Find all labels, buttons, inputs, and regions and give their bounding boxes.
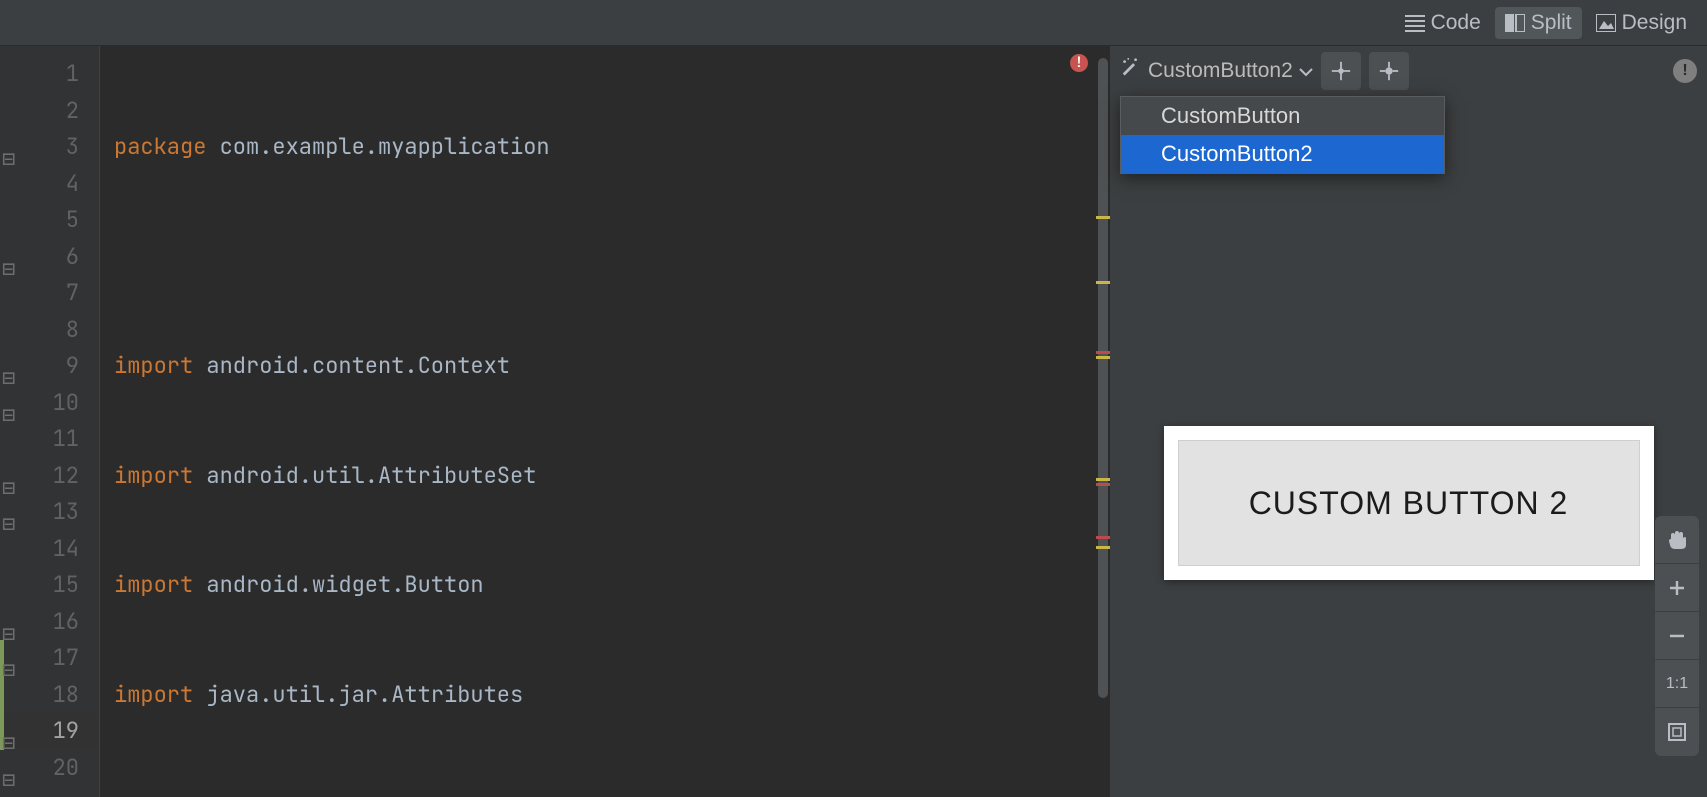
chevron-down-icon [1299,59,1313,83]
rendered-custom-button: CUSTOM BUTTON 2 [1178,440,1640,566]
fold-handle-icon[interactable]: ⊟ [2,616,14,628]
error-marker[interactable] [1096,351,1110,354]
keyword: import [114,570,193,599]
interactive-mode-button[interactable] [1321,52,1361,90]
view-mode-toolbar: Code Split Design [0,0,1707,46]
preview-composable-selector[interactable]: CustomButton2 [1120,57,1313,85]
fold-end-icon[interactable]: ⊟ [2,762,14,774]
composable-dropdown: CustomButton CustomButton2 [1120,96,1445,174]
preview-toolbar: CustomButton2 ! [1110,46,1707,96]
warning-marker[interactable] [1096,356,1110,359]
code-lines-icon [1405,14,1425,32]
warning-marker[interactable] [1096,478,1110,481]
view-mode-split[interactable]: Split [1495,7,1582,39]
split-icon [1505,14,1525,32]
import-name: android.util.AttributeSet [193,461,536,490]
warning-marker[interactable] [1096,281,1110,284]
editor-gutter: 1 2 3⊟ 4 5 6⊟ 7 8 9⊟ 10⊟ 11 12⊟ 13⊟ 14 1… [0,46,100,797]
preview-pane: CustomButton2 ! CustomButton CustomButto… [1110,46,1707,797]
main-split: 1 2 3⊟ 4 5 6⊟ 7 8 9⊟ 10⊟ 11 12⊟ 13⊟ 14 1… [0,46,1707,797]
warning-marker[interactable] [1096,546,1110,549]
wand-icon [1120,57,1142,85]
scrollbar-thumb[interactable] [1098,58,1108,698]
error-marker[interactable] [1096,536,1110,539]
keyword: import [114,351,193,380]
keyword: import [114,461,193,490]
editor-pane: 1 2 3⊟ 4 5 6⊟ 7 8 9⊟ 10⊟ 11 12⊟ 13⊟ 14 1… [0,46,1110,797]
pan-button[interactable] [1655,516,1699,564]
selector-label: CustomButton2 [1148,59,1293,83]
zoom-reset-button[interactable]: 1:1 [1655,660,1699,708]
zoom-fit-button[interactable] [1655,708,1699,756]
preview-surface: CUSTOM BUTTON 2 [1164,426,1654,580]
animation-mode-button[interactable] [1369,52,1409,90]
view-mode-split-label: Split [1531,11,1572,35]
keyword: package [114,132,206,161]
fold-handle-icon[interactable]: ⊟ [2,652,14,664]
import-name: android.content.Context [193,351,510,380]
fold-handle-icon[interactable]: ⊟ [2,141,14,153]
zoom-out-button[interactable] [1655,612,1699,660]
package-name: com.example.myapplication [206,132,549,161]
editor-scrollbar[interactable] [1096,46,1110,797]
warning-marker[interactable] [1096,216,1110,219]
zoom-in-button[interactable] [1655,564,1699,612]
dropdown-item-label: CustomButton2 [1161,141,1313,167]
error-marker[interactable] [1096,483,1110,486]
import-name: android.widget.Button [193,570,483,599]
dropdown-item[interactable]: CustomButton2 [1121,135,1444,173]
dropdown-item[interactable]: CustomButton [1121,97,1444,135]
dropdown-item-label: CustomButton [1161,103,1300,129]
fold-end-icon[interactable]: ⊟ [2,470,14,482]
vcs-change-marker [0,677,4,714]
fold-end-icon[interactable]: ⊟ [2,506,14,518]
fold-end-icon[interactable]: ⊟ [2,725,14,737]
view-mode-design[interactable]: Design [1586,7,1697,39]
preview-canvas[interactable]: CUSTOM BUTTON 2 [1110,96,1707,797]
zoom-reset-label: 1:1 [1666,675,1688,693]
rendered-button-text: CUSTOM BUTTON 2 [1249,485,1569,522]
view-mode-code-label: Code [1431,11,1481,35]
view-mode-code[interactable]: Code [1395,7,1491,39]
design-image-icon [1596,14,1616,32]
fold-handle-icon[interactable]: ⊟ [2,360,14,372]
view-mode-design-label: Design [1622,11,1687,35]
fold-handle-icon[interactable]: ⊟ [2,397,14,409]
import-name: java.util.jar.Attributes [193,680,523,709]
keyword: import [114,680,193,709]
fold-end-icon[interactable]: ⊟ [2,251,14,263]
code-editor[interactable]: package com.example.myapplication import… [100,46,1110,797]
issues-badge-icon[interactable]: ! [1673,59,1697,83]
zoom-controls: 1:1 [1655,516,1699,756]
error-indicator-icon[interactable]: ! [1070,54,1088,72]
